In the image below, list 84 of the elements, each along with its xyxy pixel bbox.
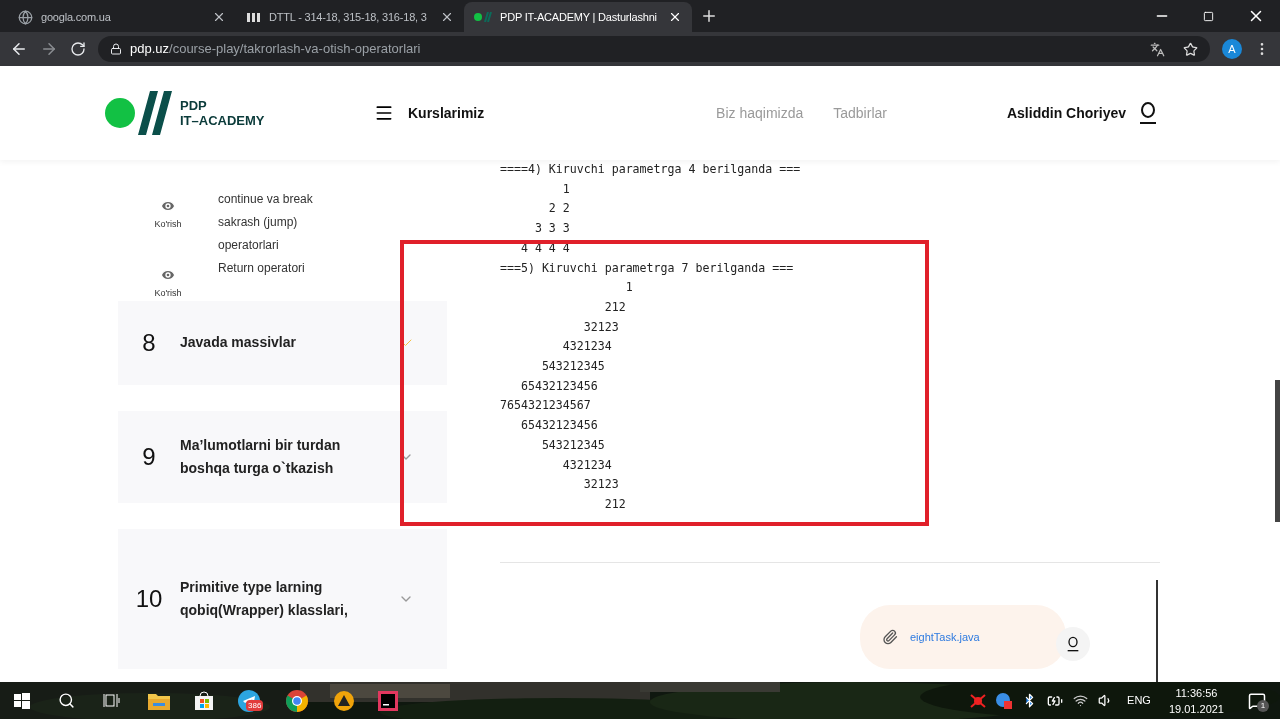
paperclip-icon bbox=[882, 629, 898, 645]
lesson-title: operatorlari bbox=[218, 237, 280, 254]
close-icon[interactable] bbox=[212, 10, 226, 24]
user-name[interactable]: Asliddin Choriyev bbox=[1006, 102, 1126, 124]
code-line: ===5) Kiruvchi parametrga 7 berilganda === bbox=[500, 259, 794, 277]
tab-title: DTTL - 314-18, 315-18, 316-18, 3 bbox=[269, 9, 428, 25]
tab-title: PDP IT-ACADEMY | Dasturlashni bbox=[500, 9, 658, 25]
code-line: 32123 bbox=[582, 476, 619, 494]
logo-text: IT–ACADEMY bbox=[180, 113, 265, 128]
module-card[interactable]: 9 Ma’lumotlarni bir turdan boshqa turga o`tkazish bbox=[118, 410, 447, 503]
code-line: ====4) Kiruvchi parametrga 4 berilganda === bbox=[500, 161, 801, 178]
lock-icon bbox=[110, 43, 122, 55]
user-icon bbox=[1065, 635, 1081, 653]
code-line: 65432123456 bbox=[519, 417, 598, 435]
clock[interactable]: 11:36:56 19.01.2021 bbox=[1168, 684, 1224, 717]
courses-menu[interactable]: Kurslarimiz bbox=[374, 102, 485, 124]
chrome-icon[interactable] bbox=[286, 689, 308, 712]
module-title: Primitive type larning bbox=[180, 577, 324, 597]
code-line: 32123 bbox=[582, 318, 619, 336]
ide-icon[interactable] bbox=[378, 690, 398, 711]
code-line: 1 bbox=[561, 180, 570, 198]
network-node-icon[interactable] bbox=[970, 693, 987, 708]
module-title: Ma’lumotlarni bir turdan bbox=[180, 435, 342, 455]
code-line: 212 bbox=[603, 298, 626, 316]
translate-icon[interactable] bbox=[1150, 41, 1165, 57]
module-card[interactable]: 8 Javada massivlar bbox=[118, 300, 447, 385]
store-icon[interactable] bbox=[194, 690, 214, 711]
view-label: Ko'rish bbox=[154, 287, 182, 300]
lesson-item[interactable]: Ko'rish Return operatori bbox=[118, 257, 447, 301]
notifications-icon[interactable] bbox=[1248, 691, 1266, 710]
bookmark-star-icon[interactable] bbox=[1183, 41, 1198, 57]
close-icon[interactable] bbox=[668, 10, 682, 24]
code-line: 543212345 bbox=[540, 436, 605, 454]
url-text: pdp.uz/course-play/takrorlash-va-otish-operatorlari bbox=[130, 40, 421, 59]
tab-title: googla.com.ua bbox=[41, 9, 112, 25]
view-label: Ko'rish bbox=[154, 218, 182, 231]
code-line: 1 bbox=[624, 279, 633, 297]
task-view-icon[interactable] bbox=[103, 693, 120, 708]
reload-icon[interactable] bbox=[70, 41, 86, 57]
wifi-icon[interactable] bbox=[1073, 693, 1089, 708]
code-line: 3 3 3 bbox=[533, 220, 570, 238]
browser-tab[interactable]: googla.com.ua bbox=[8, 2, 236, 32]
close-icon[interactable] bbox=[440, 10, 454, 24]
browser-tab[interactable]: PDP IT-ACADEMY | Dasturlashni bbox=[464, 2, 692, 32]
windows-start-icon[interactable] bbox=[14, 692, 30, 709]
logo-icon bbox=[104, 91, 172, 135]
globe-icon bbox=[18, 9, 33, 25]
lesson-item[interactable]: Ko'rish continue va break sakrash (jump) operatorlari bbox=[118, 188, 447, 257]
attachment-bubble[interactable]: eightTask.java bbox=[860, 605, 1066, 669]
code-line: 2 2 bbox=[547, 200, 570, 218]
lesson-title: Return operatori bbox=[218, 260, 305, 277]
module-number: 9 bbox=[141, 444, 157, 469]
file-link[interactable]: eightTask.java bbox=[910, 628, 980, 646]
code-line: 543212345 bbox=[540, 358, 605, 376]
new-tab-icon[interactable] bbox=[700, 7, 718, 25]
code-line: 212 bbox=[603, 495, 626, 513]
menu-icon bbox=[374, 103, 394, 123]
site-icon bbox=[246, 11, 261, 23]
module-number: 8 bbox=[141, 330, 157, 355]
browser-tab[interactable]: DTTL - 314-18, 315-18, 316-18, 3 bbox=[236, 2, 464, 32]
logo-text: PDP bbox=[180, 98, 208, 113]
module-title: Javada massivlar bbox=[180, 333, 297, 352]
code-line: 4321234 bbox=[561, 338, 612, 356]
code-line: 4321234 bbox=[561, 456, 612, 474]
module-number: 10 bbox=[134, 586, 164, 611]
profile-avatar[interactable]: A bbox=[1222, 39, 1242, 59]
forward-icon[interactable] bbox=[40, 40, 58, 58]
language-indicator[interactable]: ENG bbox=[1127, 692, 1151, 709]
maximize-icon[interactable] bbox=[1203, 10, 1214, 22]
module-card[interactable]: 10 Primitive type larning qobiq(Wrapper) klasslari, bbox=[118, 528, 447, 669]
lesson-title: continue va break bbox=[218, 191, 313, 208]
unread-badge: 386 bbox=[246, 699, 264, 711]
lesson-title: sakrash (jump) bbox=[218, 214, 299, 231]
code-line: 65432123456 bbox=[519, 377, 598, 395]
logo-icon bbox=[474, 12, 492, 22]
module-title: qobiq(Wrapper) klasslari, bbox=[180, 600, 349, 620]
scrollbar-thumb[interactable] bbox=[1275, 380, 1280, 522]
address-field[interactable]: pdp.uz/course-play/takrorlash-va-otish-operatorlari bbox=[98, 36, 1210, 62]
globe-badge-icon[interactable] bbox=[996, 692, 1013, 709]
code-line: 7654321234567 bbox=[500, 397, 591, 415]
back-icon[interactable] bbox=[10, 40, 28, 58]
module-title: boshqa turga o`tkazish bbox=[180, 458, 335, 478]
search-icon[interactable] bbox=[58, 692, 75, 709]
triangle-app-icon[interactable] bbox=[334, 690, 354, 711]
